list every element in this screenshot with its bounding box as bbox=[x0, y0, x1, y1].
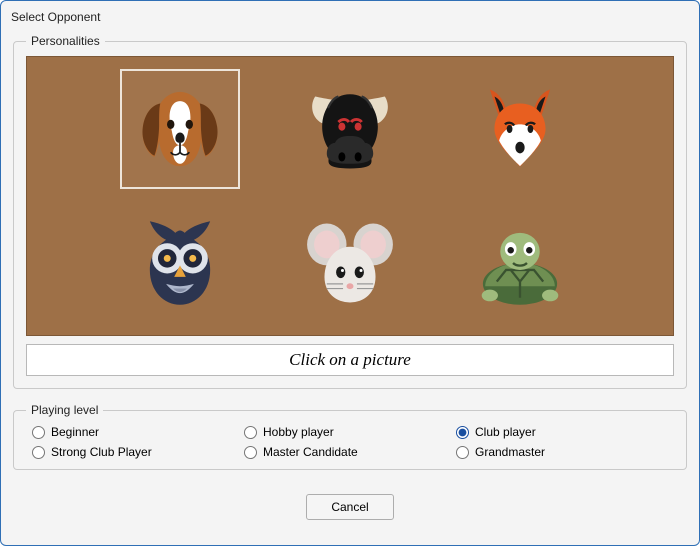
level-grandmaster[interactable]: Grandmaster bbox=[456, 445, 668, 459]
avatar-gallery bbox=[26, 56, 674, 336]
level-hobby-radio[interactable] bbox=[244, 426, 257, 439]
level-grandmaster-radio[interactable] bbox=[456, 446, 469, 459]
level-label: Strong Club Player bbox=[51, 445, 152, 459]
avatar-owl[interactable] bbox=[120, 203, 240, 323]
owl-icon bbox=[122, 205, 238, 321]
level-club-radio[interactable] bbox=[456, 426, 469, 439]
instruction-bar: Click on a picture bbox=[26, 344, 674, 376]
beagle-icon bbox=[122, 71, 238, 187]
avatar-mouse[interactable] bbox=[290, 203, 410, 323]
level-beginner[interactable]: Beginner bbox=[32, 425, 244, 439]
bull-icon bbox=[292, 71, 408, 187]
cancel-button[interactable]: Cancel bbox=[306, 494, 394, 520]
mouse-icon bbox=[292, 205, 408, 321]
avatar-fox[interactable] bbox=[460, 69, 580, 189]
level-hobby[interactable]: Hobby player bbox=[244, 425, 456, 439]
level-club[interactable]: Club player bbox=[456, 425, 668, 439]
level-label: Grandmaster bbox=[475, 445, 545, 459]
level-label: Beginner bbox=[51, 425, 99, 439]
level-master-candidate-radio[interactable] bbox=[244, 446, 257, 459]
level-label: Master Candidate bbox=[263, 445, 358, 459]
dialog-title: Select Opponent bbox=[1, 1, 699, 32]
select-opponent-dialog: Select Opponent Personalities bbox=[0, 0, 700, 546]
fox-icon bbox=[462, 71, 578, 187]
avatar-turtle[interactable] bbox=[460, 203, 580, 323]
personalities-legend: Personalities bbox=[26, 34, 105, 48]
personalities-group: Personalities bbox=[13, 34, 687, 389]
level-strong-club[interactable]: Strong Club Player bbox=[32, 445, 244, 459]
level-label: Club player bbox=[475, 425, 536, 439]
level-beginner-radio[interactable] bbox=[32, 426, 45, 439]
level-strong-club-radio[interactable] bbox=[32, 446, 45, 459]
playing-level-legend: Playing level bbox=[26, 403, 103, 417]
avatar-bull[interactable] bbox=[290, 69, 410, 189]
playing-level-group: Playing level Beginner Hobby player Club… bbox=[13, 403, 687, 470]
avatar-beagle[interactable] bbox=[120, 69, 240, 189]
level-label: Hobby player bbox=[263, 425, 334, 439]
level-master-candidate[interactable]: Master Candidate bbox=[244, 445, 456, 459]
turtle-icon bbox=[462, 205, 578, 321]
